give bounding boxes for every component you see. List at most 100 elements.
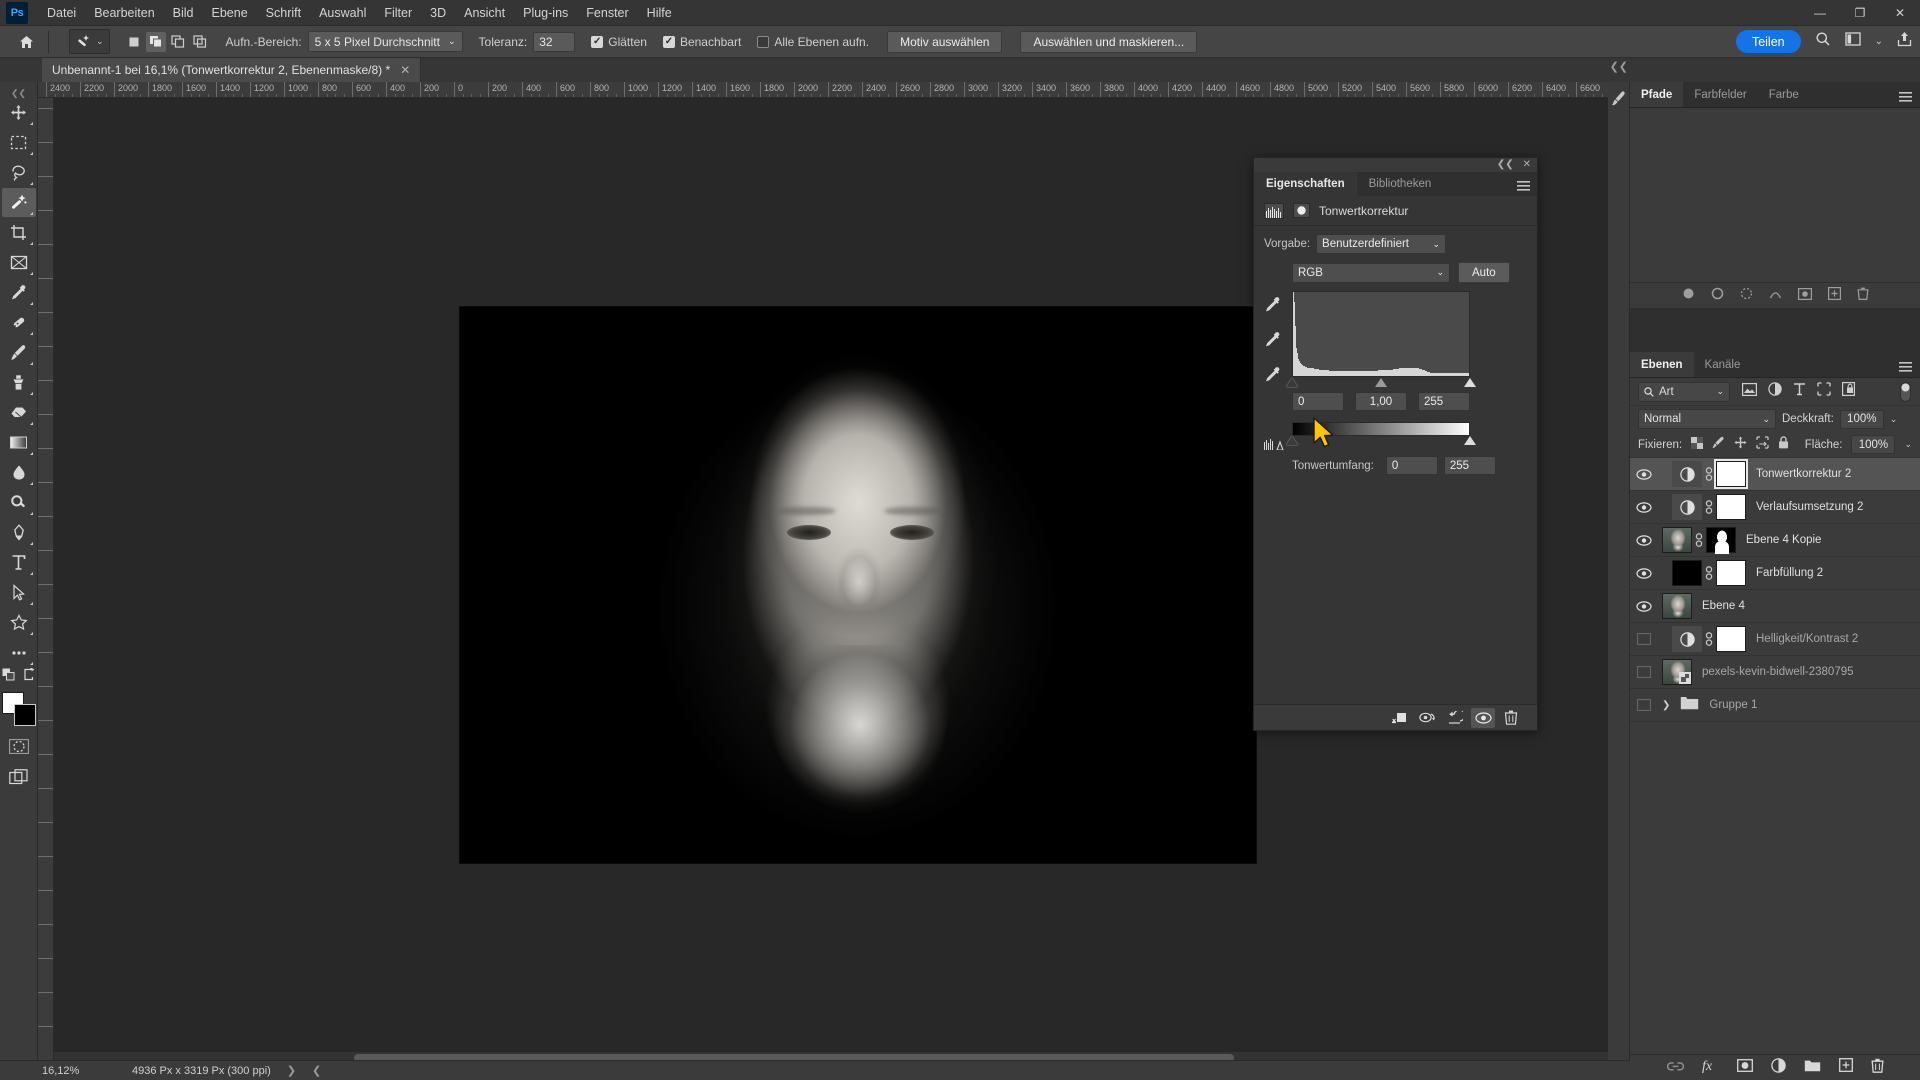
brush-tool[interactable] xyxy=(2,338,36,367)
quick-mask-icon[interactable] xyxy=(2,732,36,761)
lock-image-pixels-icon[interactable] xyxy=(1712,436,1725,454)
panel-menu-icon[interactable] xyxy=(1899,89,1912,107)
layer-visibility-toggle[interactable] xyxy=(1630,501,1658,513)
levels-histogram[interactable] xyxy=(1292,291,1470,377)
chevron-down-icon[interactable]: ⌄ xyxy=(1875,36,1883,47)
layer-link-icon[interactable] xyxy=(1702,566,1716,580)
panel-menu-icon[interactable] xyxy=(1517,178,1530,196)
panel-menu-icon[interactable] xyxy=(1899,359,1912,377)
layer-mask-thumbnail[interactable] xyxy=(1714,459,1748,489)
black-input-field[interactable]: 0 xyxy=(1292,392,1344,411)
add-layer-mask-icon[interactable] xyxy=(1736,1058,1753,1077)
adjustment-layer-filter-icon[interactable] xyxy=(1768,382,1782,401)
layer-visibility-toggle[interactable] xyxy=(1630,666,1658,678)
antialias-checkbox[interactable]: Glätten xyxy=(591,35,647,49)
delete-layer-icon[interactable] xyxy=(1870,1058,1884,1078)
layer-row[interactable]: Ebene 4 xyxy=(1630,590,1920,623)
status-collapse-icon[interactable]: ❮ xyxy=(312,1064,321,1077)
all-layers-checkbox[interactable]: Alle Ebenen aufn. xyxy=(757,35,869,49)
magic-wand-tool[interactable] xyxy=(1,188,36,217)
move-tool[interactable] xyxy=(2,98,36,127)
horizontal-ruler[interactable]: 2400 2200 2000 1800 1600 1400 1200 1000 800 600 40… xyxy=(38,82,1630,98)
clone-stamp-tool[interactable] xyxy=(2,368,36,397)
layer-thumbnail[interactable] xyxy=(1672,461,1702,487)
history-brush-dock-icon[interactable] xyxy=(1608,82,1629,106)
menu-item-ansicht[interactable]: Ansicht xyxy=(455,0,514,26)
layer-row[interactable]: Farbfüllung 2 xyxy=(1630,557,1920,590)
black-output-field[interactable]: 0 xyxy=(1385,456,1438,475)
chevron-down-icon[interactable]: ⌄ xyxy=(1904,439,1912,450)
lasso-tool[interactable] xyxy=(2,158,36,187)
layer-row[interactable]: Tonwertkorrektur 2 xyxy=(1630,458,1920,491)
tab-kanaele[interactable]: Kanäle xyxy=(1694,352,1752,377)
status-expand-icon[interactable]: ❯ xyxy=(287,1064,296,1077)
toolbar-grip[interactable]: ❮❮ xyxy=(0,88,37,98)
layer-row[interactable]: ❯ Gruppe 1 xyxy=(1630,689,1920,722)
white-input-field[interactable]: 255 xyxy=(1418,392,1470,411)
white-input-slider[interactable] xyxy=(1464,378,1476,387)
clip-to-layer-icon[interactable] xyxy=(1387,708,1411,728)
lock-artboard-nesting-icon[interactable] xyxy=(1756,435,1769,454)
layer-filter-type-select[interactable]: Art ⌄ xyxy=(1638,381,1730,402)
pen-tool[interactable] xyxy=(2,518,36,547)
layer-row[interactable]: pexels-kevin-bidwell-2380795 xyxy=(1630,656,1920,689)
contiguous-checkbox[interactable]: Benachbart xyxy=(662,35,741,49)
blur-tool[interactable] xyxy=(2,458,36,487)
layer-visibility-toggle[interactable] xyxy=(1630,699,1658,711)
menu-item-schrift[interactable]: Schrift xyxy=(257,0,310,26)
layer-mask-thumbnail[interactable] xyxy=(1706,527,1736,554)
add-to-selection-button[interactable] xyxy=(145,31,166,52)
input-levels-slider[interactable] xyxy=(1286,378,1476,388)
group-expand-arrow[interactable]: ❯ xyxy=(1662,700,1670,711)
default-colors-icon[interactable] xyxy=(2,668,15,686)
output-levels-slider[interactable] xyxy=(1286,436,1476,446)
layer-visibility-toggle[interactable] xyxy=(1630,600,1658,612)
maximize-button[interactable]: ❐ xyxy=(1840,0,1880,26)
document-tab[interactable]: Unbenannt-1 bei 16,1% (Tonwertkorrektur … xyxy=(42,58,422,82)
tab-pfade[interactable]: Pfade xyxy=(1630,82,1684,107)
sample-size-select[interactable]: 5 x 5 Pixel Durchschnitt ⌄ xyxy=(307,31,463,52)
type-tool[interactable] xyxy=(2,548,36,577)
black-output-slider[interactable] xyxy=(1286,436,1298,445)
layer-mask-thumbnail[interactable] xyxy=(1716,494,1746,520)
eyedropper-tool[interactable] xyxy=(2,278,36,307)
opacity-value[interactable]: 100% xyxy=(1839,409,1884,429)
menu-item-3d[interactable]: 3D xyxy=(421,0,455,26)
new-adjustment-layer-icon[interactable] xyxy=(1770,1057,1786,1078)
load-selection-icon[interactable] xyxy=(1740,287,1753,305)
paths-panel-body[interactable] xyxy=(1630,108,1920,308)
reset-icon[interactable] xyxy=(1443,708,1467,728)
panel-title-bar[interactable]: ❮❮ ✕ xyxy=(1254,158,1537,172)
lock-position-icon[interactable] xyxy=(1734,436,1747,454)
preset-select[interactable]: Benutzerdefiniert ⌄ xyxy=(1316,234,1447,254)
screen-mode-icon[interactable] xyxy=(2,762,36,791)
path-selection-tool[interactable] xyxy=(2,578,36,607)
auto-button[interactable]: Auto xyxy=(1458,262,1510,283)
toggle-visibility-icon[interactable] xyxy=(1471,707,1495,728)
active-tool-magic-wand[interactable]: ⌄ xyxy=(69,29,110,54)
menu-item-datei[interactable]: Datei xyxy=(38,0,85,26)
share-export-icon[interactable] xyxy=(1897,31,1912,52)
filter-toggle-switch[interactable] xyxy=(1899,381,1912,402)
intersect-selection-button[interactable] xyxy=(190,32,210,52)
layer-link-icon[interactable] xyxy=(1702,500,1716,514)
tolerance-input[interactable]: 32 xyxy=(533,31,576,52)
menu-item-bild[interactable]: Bild xyxy=(164,0,203,26)
menu-item-bearbeiten[interactable]: Bearbeiten xyxy=(85,0,163,26)
stroke-path-icon[interactable] xyxy=(1711,287,1724,305)
lock-transparent-pixels-icon[interactable] xyxy=(1691,436,1704,454)
delete-path-icon[interactable] xyxy=(1857,287,1869,305)
select-and-mask-button[interactable]: Auswählen und maskieren... xyxy=(1020,30,1198,53)
healing-brush-tool[interactable] xyxy=(2,308,36,337)
tab-ebenen[interactable]: Ebenen xyxy=(1630,352,1694,377)
minimize-button[interactable]: — xyxy=(1800,0,1840,26)
chevron-down-icon[interactable]: ⌄ xyxy=(1890,414,1898,425)
vertical-ruler[interactable] xyxy=(38,98,54,1064)
smart-object-filter-icon[interactable] xyxy=(1842,382,1856,401)
layer-link-icon[interactable] xyxy=(1702,467,1716,481)
color-swatches[interactable] xyxy=(1,692,36,726)
close-window-button[interactable]: ✕ xyxy=(1880,0,1920,26)
tab-bibliotheken[interactable]: Bibliotheken xyxy=(1357,172,1444,196)
layer-thumbnail[interactable] xyxy=(1662,593,1692,619)
crop-tool[interactable] xyxy=(2,218,36,247)
